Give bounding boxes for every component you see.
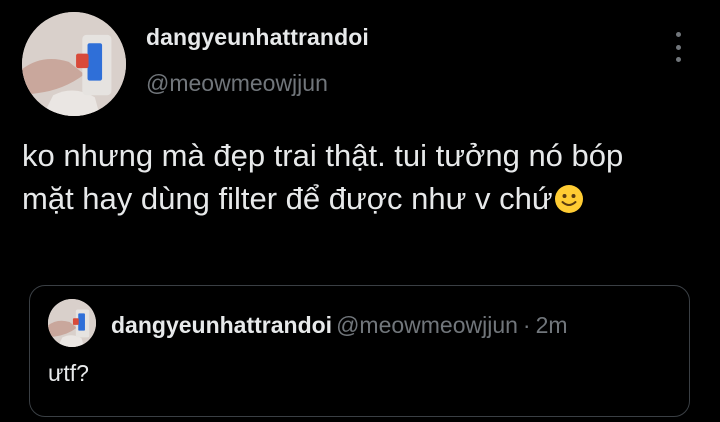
quoted-tweet-header: dangyeunhattrandoi @meowmeowjjun · 2m (111, 312, 568, 339)
avatar-image (48, 299, 96, 347)
tweet-text-container: ko nhưng mà đẹp trai thật. tui tưởng nó … (22, 134, 682, 220)
quoted-tweet-time: 2m (535, 312, 568, 338)
tweet-text: ko nhưng mà đẹp trai thật. tui tưởng nó … (22, 138, 624, 216)
author-handle[interactable]: @meowmeowjjun (146, 70, 328, 97)
slightly-smiling-face-icon (554, 182, 584, 213)
quoted-author-display-name: dangyeunhattrandoi (111, 312, 333, 338)
avatar-image (22, 12, 126, 116)
quoted-tweet-card[interactable] (29, 285, 690, 417)
dot (675, 44, 681, 50)
quoted-author-avatar (48, 299, 96, 347)
author-avatar[interactable] (22, 12, 126, 116)
author-display-name[interactable]: dangyeunhattrandoi (146, 24, 369, 51)
dot (675, 32, 681, 37)
dot (675, 57, 681, 62)
header-separator: · (522, 312, 531, 338)
quoted-author-handle: @meowmeowjjun (336, 312, 518, 338)
quoted-tweet-text: ưtf? (48, 360, 89, 386)
more-vertical-icon[interactable] (668, 32, 688, 62)
